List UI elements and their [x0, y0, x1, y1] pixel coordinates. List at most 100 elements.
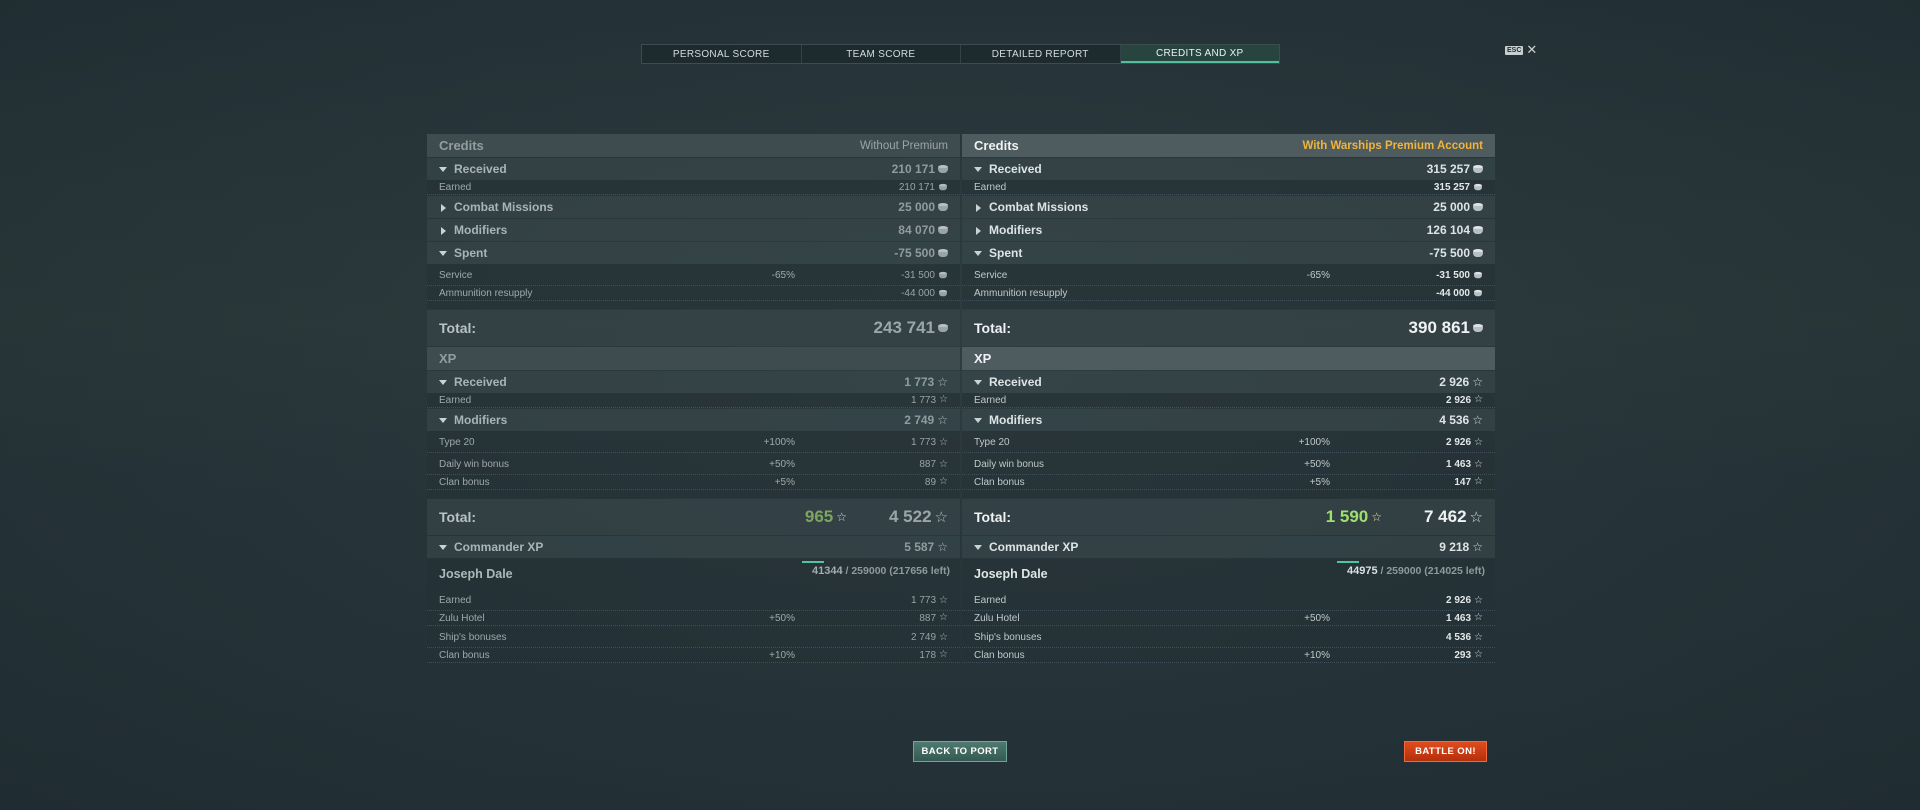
xp-modifiers-row[interactable]: Modifiers 2 749 ☆	[427, 409, 960, 431]
service-label: Service	[439, 270, 473, 281]
xp-star-icon: ☆	[1469, 508, 1483, 526]
commander-xp-row[interactable]: Commander XP 9 218 ☆	[962, 536, 1495, 558]
cmd-clan-label: Clan bonus	[439, 649, 490, 661]
modifiers-label: Modifiers	[974, 223, 1427, 237]
service-row: Service -65% -31 500	[962, 264, 1495, 286]
tab-credits-and-xp[interactable]: CREDITS AND XP	[1120, 45, 1279, 63]
ship-bonuses-value: 4 536 ☆	[1446, 631, 1483, 643]
tab-team-score[interactable]: TEAM SCORE	[802, 45, 961, 63]
xp-star-icon: ☆	[937, 413, 948, 427]
service-value: -31 500	[1436, 270, 1483, 281]
spent-row[interactable]: Spent -75 500	[427, 242, 960, 264]
free-xp-value: 965 ☆	[804, 507, 847, 526]
service-label: Service	[974, 270, 1008, 281]
ammo-value: -44 000	[901, 288, 948, 299]
zulu-value: 1 463 ☆	[1446, 612, 1483, 624]
ammo-label: Ammunition resupply	[974, 287, 1068, 299]
xp-total-row: Total: 1 590 ☆ 7 462 ☆	[962, 499, 1495, 535]
credits-total-value: 243 741	[874, 318, 948, 338]
commander-row: Joseph Dale 41344 / 259000 (217656 left)	[427, 559, 960, 589]
credits-icon	[1473, 248, 1483, 258]
xp-star-icon: ☆	[1474, 436, 1483, 448]
cmd-clan-value: 178 ☆	[919, 649, 948, 661]
xp-received-row[interactable]: Received 1 773 ☆	[427, 371, 960, 393]
credits-icon	[939, 289, 947, 296]
credits-icon	[939, 271, 947, 279]
ammo-value: -44 000	[1436, 288, 1483, 299]
credits-title: Credits	[439, 138, 484, 153]
expand-right-icon	[976, 203, 981, 212]
combat-missions-row[interactable]: Combat Missions 25 000	[962, 196, 1495, 218]
credits-total-row: Total: 243 741	[427, 310, 960, 346]
expand-down-icon	[439, 545, 447, 551]
total-label: Total:	[439, 509, 477, 525]
cmd-earned-row: Earned 2 926 ☆	[962, 589, 1495, 611]
back-to-port-button[interactable]: BACK TO PORT	[913, 741, 1007, 762]
tab-detailed-report[interactable]: DETAILED REPORT	[961, 45, 1121, 63]
modifiers-row[interactable]: Modifiers 84 070	[427, 219, 960, 241]
credits-icon	[1474, 289, 1482, 296]
commander-progress: 41344 / 259000 (217656 left)	[802, 561, 950, 577]
ship-bonuses-label: Ship's bonuses	[439, 632, 507, 643]
clan-bonus-value: 147 ☆	[1454, 476, 1483, 488]
credits-received-row[interactable]: Received 210 171	[427, 158, 960, 180]
credits-icon	[938, 202, 948, 212]
total-label: Total:	[974, 509, 1012, 525]
free-xp-value: 1 590 ☆	[1325, 507, 1382, 526]
esc-key-label: ESC	[1505, 45, 1524, 55]
clan-bonus-row: Clan bonus +5% 147 ☆	[962, 475, 1495, 490]
xp-earned-label: Earned	[439, 394, 472, 406]
xp-star-icon: ☆	[1474, 458, 1483, 470]
credits-received-row[interactable]: Received 315 257	[962, 158, 1495, 180]
ship-bonuses-label: Ship's bonuses	[974, 632, 1042, 643]
total-label: Total:	[974, 320, 1012, 336]
spent-row[interactable]: Spent -75 500	[962, 242, 1495, 264]
zulu-percent: +50%	[1304, 612, 1330, 624]
type20-row: Type 20 +100% 2 926 ☆	[962, 431, 1495, 453]
xp-header: XP	[427, 347, 960, 370]
credits-icon	[939, 183, 947, 190]
earned-row: Earned 315 257	[962, 180, 1495, 195]
service-row: Service -65% -31 500	[427, 264, 960, 286]
clan-bonus-percent: +5%	[774, 476, 795, 488]
commander-row: Joseph Dale 44975 / 259000 (214025 left)	[962, 559, 1495, 589]
xp-total-value: 4 522 ☆	[889, 507, 948, 526]
type20-percent: +100%	[763, 437, 795, 448]
type20-label: Type 20	[439, 437, 475, 448]
type20-value: 2 926 ☆	[1446, 436, 1483, 448]
combat-missions-row[interactable]: Combat Missions 25 000	[427, 196, 960, 218]
xp-received-row[interactable]: Received 2 926 ☆	[962, 371, 1495, 393]
ship-bonuses-row: Ship's bonuses 2 749 ☆	[427, 626, 960, 648]
battle-on-button[interactable]: BATTLE ON!	[1404, 741, 1487, 762]
commander-xp-row[interactable]: Commander XP 5 587 ☆	[427, 536, 960, 558]
earned-label: Earned	[974, 181, 1007, 193]
xp-star-icon: ☆	[939, 394, 948, 405]
xp-modifiers-row[interactable]: Modifiers 4 536 ☆	[962, 409, 1495, 431]
clan-bonus-label: Clan bonus	[974, 476, 1025, 488]
received-value: 315 257	[1427, 162, 1483, 176]
earned-row: Earned 210 171	[427, 180, 960, 195]
close-button[interactable]: ESC ✕	[1505, 43, 1537, 56]
modifiers-row[interactable]: Modifiers 126 104	[962, 219, 1495, 241]
xp-received-label: Received	[439, 375, 904, 389]
expand-down-icon	[974, 418, 982, 424]
xp-star-icon: ☆	[939, 436, 948, 448]
clan-bonus-value: 89 ☆	[924, 476, 948, 488]
cmd-earned-value: 2 926 ☆	[1446, 594, 1483, 606]
xp-star-icon: ☆	[1474, 612, 1483, 623]
clan-bonus-label: Clan bonus	[439, 476, 490, 488]
expand-down-icon	[439, 167, 447, 173]
xp-modifiers-label: Modifiers	[974, 413, 1439, 427]
xp-star-icon: ☆	[1474, 476, 1483, 487]
zulu-label: Zulu Hotel	[439, 612, 485, 624]
commander-xp-value: 9 218 ☆	[1439, 540, 1483, 554]
cmd-earned-value: 1 773 ☆	[911, 594, 948, 606]
ammo-row: Ammunition resupply -44 000	[427, 286, 960, 301]
service-percent: -65%	[1306, 270, 1330, 281]
expand-down-icon	[974, 545, 982, 551]
service-percent: -65%	[771, 270, 795, 281]
tab-personal-score[interactable]: PERSONAL SCORE	[642, 45, 802, 63]
credits-icon	[1474, 271, 1482, 279]
total-label: Total:	[439, 320, 477, 336]
cmd-clan-label: Clan bonus	[974, 649, 1025, 661]
